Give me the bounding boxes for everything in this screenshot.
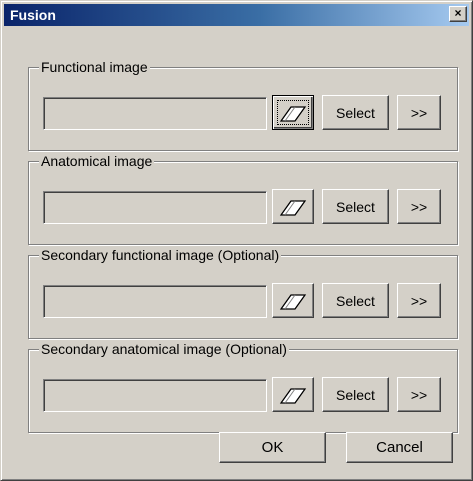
close-button[interactable]: × xyxy=(449,6,467,22)
eraser-icon xyxy=(279,199,307,216)
functional-image-label: Functional image xyxy=(39,59,150,75)
functional-image-field[interactable] xyxy=(43,97,267,130)
title-bar[interactable]: Fusion × xyxy=(4,4,469,26)
secondary-functional-image-label: Secondary functional image (Optional) xyxy=(39,247,282,263)
secondary-anatomical-image-label: Secondary anatomical image (Optional) xyxy=(39,341,289,357)
close-icon: × xyxy=(454,6,462,20)
cancel-button[interactable]: Cancel xyxy=(346,432,453,463)
anatomical-image-clear-button[interactable] xyxy=(272,189,314,224)
eraser-icon xyxy=(279,293,307,310)
secondary-functional-image-field[interactable] xyxy=(43,285,267,318)
functional-image-group: Functional image Select >> xyxy=(28,59,458,151)
window-title: Fusion xyxy=(10,7,56,23)
anatomical-image-label: Anatomical image xyxy=(39,153,155,169)
anatomical-image-group: Anatomical image Select >> xyxy=(28,153,458,245)
secondary-functional-image-clear-button[interactable] xyxy=(272,283,314,318)
secondary-functional-image-select-button[interactable]: Select xyxy=(322,283,389,318)
functional-image-clear-button[interactable] xyxy=(272,95,314,130)
functional-image-more-button[interactable]: >> xyxy=(397,95,441,130)
anatomical-image-field[interactable] xyxy=(43,191,267,224)
eraser-icon xyxy=(279,387,307,404)
functional-image-select-button[interactable]: Select xyxy=(322,95,389,130)
secondary-anatomical-image-clear-button[interactable] xyxy=(272,377,314,412)
secondary-functional-image-more-button[interactable]: >> xyxy=(397,283,441,318)
secondary-anatomical-image-select-button[interactable]: Select xyxy=(322,377,389,412)
focus-rectangle xyxy=(277,100,309,125)
anatomical-image-select-button[interactable]: Select xyxy=(322,189,389,224)
fusion-dialog: Fusion × Functional image Select >> Anat… xyxy=(0,0,473,481)
secondary-functional-image-group: Secondary functional image (Optional) Se… xyxy=(28,247,458,339)
secondary-anatomical-image-group: Secondary anatomical image (Optional) Se… xyxy=(28,341,458,433)
secondary-anatomical-image-field[interactable] xyxy=(43,379,267,412)
ok-button[interactable]: OK xyxy=(219,432,326,463)
anatomical-image-more-button[interactable]: >> xyxy=(397,189,441,224)
secondary-anatomical-image-more-button[interactable]: >> xyxy=(397,377,441,412)
